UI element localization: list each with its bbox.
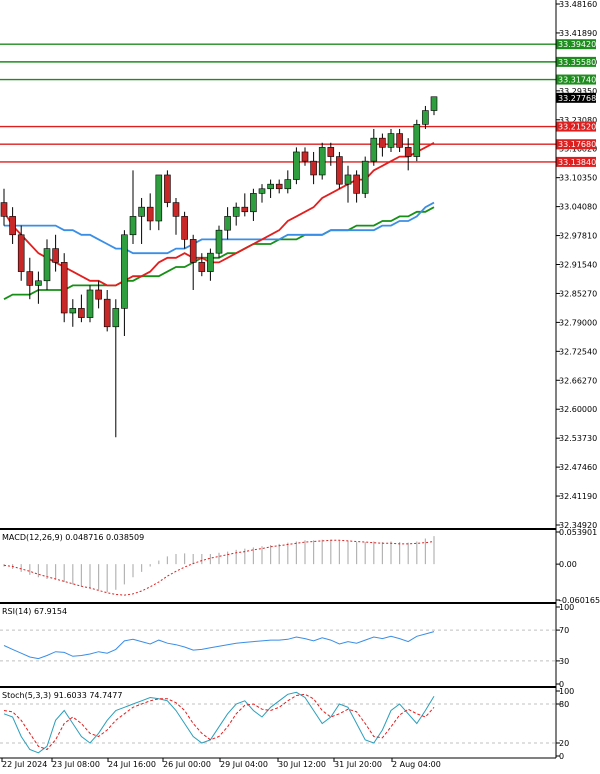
time-tick-label: 26 Jul 00:00 <box>163 760 211 769</box>
time-axis: 22 Jul 2024 23 Jul 08:00 24 Jul 16:00 26 Ju… <box>1 758 441 769</box>
candle-bull <box>155 174 163 222</box>
candle-bear <box>164 174 171 203</box>
rsi-tick-label: 30 <box>559 657 569 666</box>
candle-bear <box>189 239 197 263</box>
level-tag-label: 33.31740 <box>558 76 596 85</box>
candle-bull <box>43 248 51 282</box>
candle-bull <box>215 229 223 254</box>
candle-bear <box>146 206 154 222</box>
price-tick-label: 32.41190 <box>559 492 597 501</box>
stoch-tick-label: 100 <box>559 687 574 696</box>
candle-bull <box>430 96 438 111</box>
candle-bear <box>310 160 317 176</box>
candle-bull <box>387 133 395 148</box>
candle-bull <box>138 206 145 217</box>
price-tick-label: 33.04080 <box>559 203 597 212</box>
candle-bear <box>78 308 85 318</box>
price-tick-label: 32.79000 <box>559 318 597 327</box>
candle-bear <box>9 216 16 236</box>
price-tick-label: 32.85270 <box>559 289 597 298</box>
candle-bull <box>258 188 266 194</box>
candle-bull <box>129 216 137 236</box>
stoch-tick-label: 80 <box>559 700 569 709</box>
candle-bear <box>327 147 335 157</box>
candle-bull <box>86 289 94 318</box>
candle-bull <box>232 206 240 217</box>
price-tick-label: 33.41890 <box>559 29 597 38</box>
candle-bear <box>404 147 412 157</box>
candle-bear <box>52 248 59 263</box>
price-tick-label: 33.10350 <box>559 174 597 183</box>
candle-bear <box>396 133 403 148</box>
level-tag-label: 33.39420 <box>558 40 596 49</box>
time-tick-label: 31 Jul 20:00 <box>334 760 382 769</box>
stoch-tick-label: 0 <box>559 752 564 761</box>
candle-bear <box>26 271 34 286</box>
candle-bull <box>293 151 300 180</box>
time-tick-label: 24 Jul 16:00 <box>108 760 156 769</box>
candle-bull <box>318 147 326 176</box>
candle-bull <box>112 308 120 328</box>
candle-bull <box>284 179 292 190</box>
rsi-tick-label: 100 <box>559 603 574 612</box>
time-tick-label: 23 Jul 08:00 <box>52 760 100 769</box>
candle-bear <box>95 289 102 300</box>
candle-bull <box>250 193 257 213</box>
candle-bull <box>267 183 274 190</box>
macd-tick-label: 0.00 <box>559 560 577 569</box>
price-tick-label: 32.66270 <box>559 376 597 385</box>
candle-bear <box>275 183 283 190</box>
time-tick-label: 30 Jul 12:00 <box>278 760 326 769</box>
time-tick-label: 2 Aug 04:00 <box>392 760 441 769</box>
candle-bull <box>361 160 369 194</box>
price-tick-label: 33.48160 <box>559 0 597 9</box>
candle-bull <box>121 234 128 309</box>
chart-window: 33.4816033.4189033.3558033.2935033.23080… <box>0 0 600 770</box>
level-tag-label: 33.17680 <box>558 140 596 149</box>
price-tick-label: 32.91540 <box>559 261 597 270</box>
price-tick-label: 32.60000 <box>559 405 597 414</box>
stoch-tick-label: 20 <box>559 739 569 748</box>
candle-bear <box>379 137 386 148</box>
candle-bull <box>224 216 231 231</box>
price-tick-label: 32.97810 <box>559 232 597 241</box>
time-tick-label: 29 Jul 04:00 <box>220 760 268 769</box>
candle-bear <box>241 206 249 213</box>
candle-bull <box>69 308 77 314</box>
candle-bull <box>370 137 378 162</box>
price-tick-label: 32.47460 <box>559 463 597 472</box>
macd-label: MACD(12,26,9) 0.048716 0.038509 <box>2 533 144 542</box>
candle-bull <box>344 174 352 185</box>
candle-bull <box>422 110 429 125</box>
candle-bull <box>413 124 421 157</box>
candle-bear <box>103 298 111 328</box>
level-tag-label: 33.13840 <box>558 158 596 167</box>
candle-bear <box>353 174 360 194</box>
candle-bear <box>198 262 206 272</box>
candle-bear <box>172 202 180 217</box>
time-tick-label: 22 Jul 2024 <box>2 760 47 769</box>
candle-bear <box>60 262 68 314</box>
rsi-tick-label: 70 <box>559 626 569 635</box>
level-tag-label: 33.21520 <box>558 123 596 132</box>
candle-bull <box>207 252 214 272</box>
price-tick-label: 32.53730 <box>559 434 597 443</box>
stoch-label: Stoch(5,3,3) 91.6033 74.7477 <box>2 691 122 700</box>
candle-bear <box>181 216 188 240</box>
chart-canvas: 33.4816033.4189033.3558033.2935033.23080… <box>0 0 600 770</box>
level-tag-label: 33.35580 <box>558 58 596 67</box>
candle-bear <box>17 234 25 272</box>
candle-bear <box>0 202 8 217</box>
candle-bull <box>35 280 42 286</box>
price-tick-label: 32.72540 <box>559 347 597 356</box>
rsi-label: RSI(14) 67.9154 <box>2 607 67 616</box>
candle-bear <box>301 151 309 162</box>
current-price-label: 33.27768 <box>558 94 596 103</box>
candle-bear <box>336 156 343 185</box>
macd-tick-label: 0.053901 <box>559 528 597 537</box>
